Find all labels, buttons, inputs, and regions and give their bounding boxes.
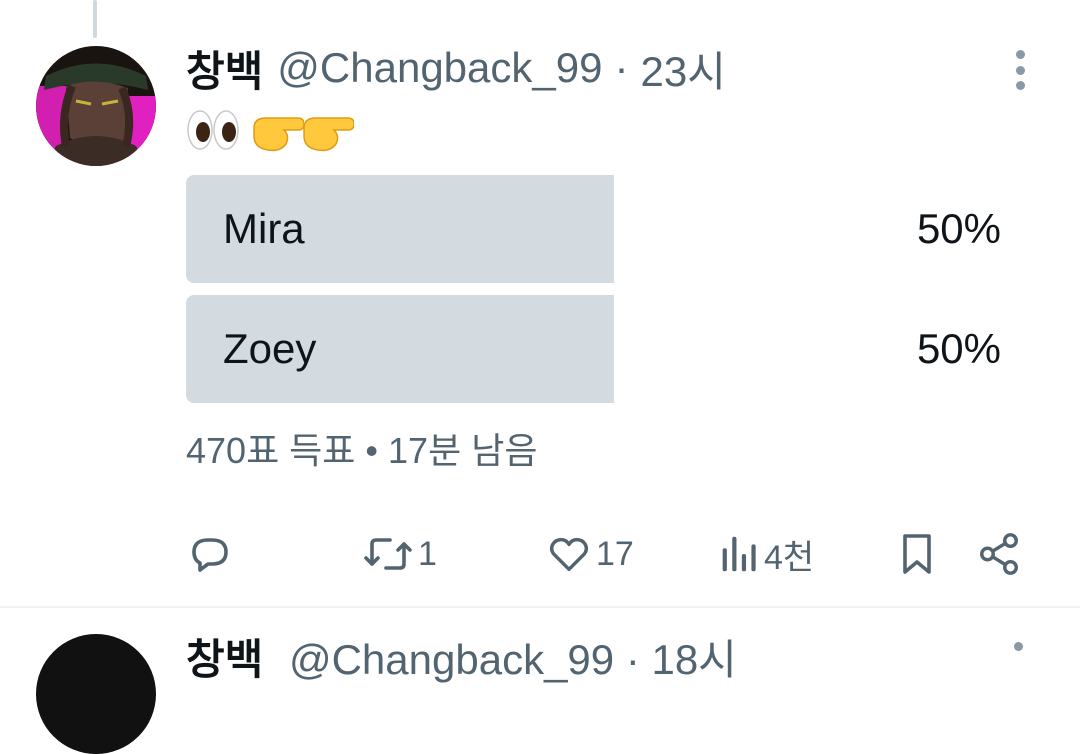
next-user-handle[interactable]: @Changback_99 · 18시 bbox=[289, 636, 737, 683]
poll-option-1[interactable]: Mira 50% bbox=[186, 175, 1001, 283]
pointing-right-emoji-icon bbox=[253, 117, 304, 152]
reply-icon bbox=[192, 538, 228, 572]
share-button[interactable] bbox=[976, 527, 1022, 581]
retweet-icon bbox=[364, 538, 412, 570]
tweet-time[interactable]: 23시 bbox=[640, 38, 725, 99]
share-icon bbox=[980, 533, 1018, 575]
thread-connector bbox=[93, 0, 97, 38]
separator-dot: · bbox=[614, 44, 629, 91]
bookmark-icon bbox=[903, 534, 931, 574]
bookmark-button[interactable] bbox=[896, 527, 938, 581]
poll-meta: 470표 득표 • 17분 남음 bbox=[186, 430, 538, 471]
heart-icon bbox=[549, 537, 589, 572]
poll-option-1-label: Mira bbox=[223, 205, 305, 252]
views-chart-icon bbox=[722, 536, 756, 572]
like-button[interactable]: 17 bbox=[546, 527, 634, 581]
next-display-name[interactable]: 창백 bbox=[186, 636, 263, 683]
display-name[interactable]: 창백 bbox=[186, 38, 263, 99]
tweet-header: 창백 @Changback_99 · 23시 bbox=[186, 40, 726, 96]
more-options-icon[interactable] bbox=[1010, 50, 1030, 90]
retweet-button[interactable]: 1 bbox=[362, 527, 437, 581]
next-tweet-avatar[interactable] bbox=[36, 634, 156, 754]
poll-option-2-label: Zoey bbox=[223, 325, 317, 372]
poll-option-2[interactable]: Zoey 50% bbox=[186, 295, 1001, 403]
pointing-left-emoji-icon bbox=[303, 117, 354, 152]
next-tweet-header: 창백 @Changback_99 · 18시 bbox=[186, 626, 737, 687]
poll-option-2-percent: 50% bbox=[916, 325, 1001, 372]
poll-option-1-percent: 50% bbox=[916, 205, 1001, 252]
avatar[interactable] bbox=[36, 46, 156, 166]
like-count: 17 bbox=[596, 534, 634, 573]
user-handle[interactable]: @Changback_99 bbox=[277, 44, 602, 92]
retweet-count: 1 bbox=[418, 534, 437, 573]
reply-button[interactable] bbox=[186, 527, 238, 581]
tweet-divider bbox=[0, 606, 1080, 608]
eyes-emoji-icon bbox=[187, 110, 239, 150]
views-button[interactable]: 4천 bbox=[716, 527, 814, 581]
views-count: 4천 bbox=[764, 538, 815, 577]
tweet-text bbox=[186, 104, 354, 156]
